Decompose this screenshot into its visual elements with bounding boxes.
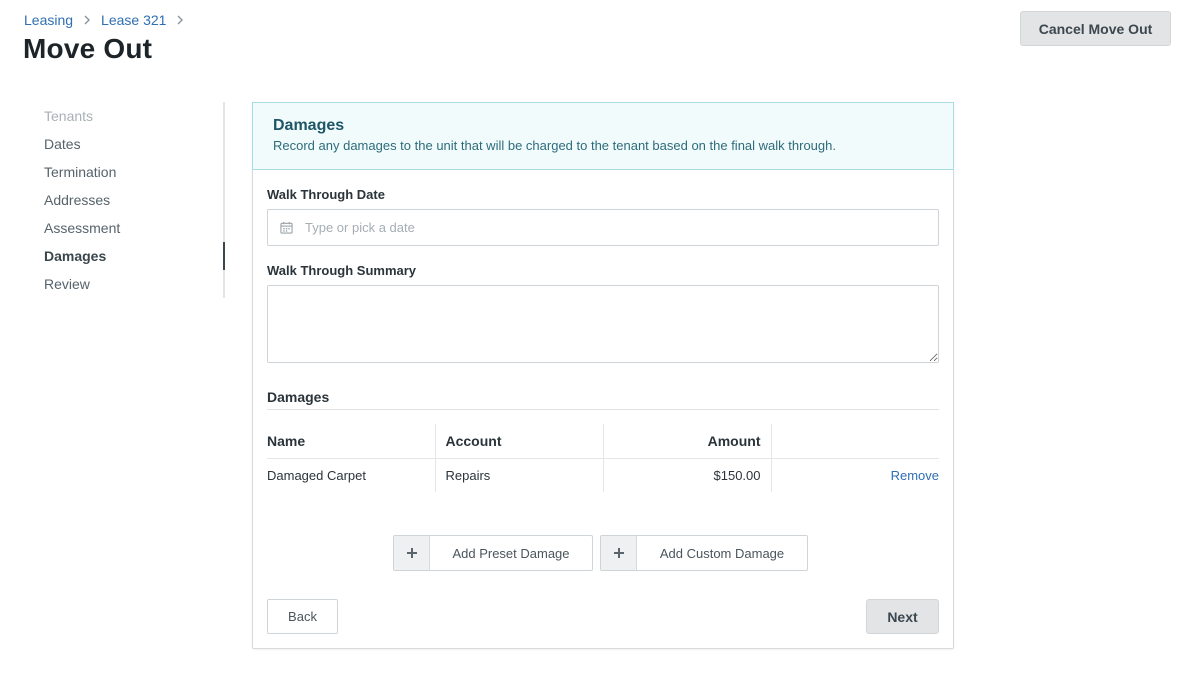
column-header-account: Account: [435, 424, 604, 459]
next-button[interactable]: Next: [866, 599, 939, 634]
add-custom-damage-label: Add Custom Damage: [659, 545, 785, 561]
add-custom-damage-button[interactable]: Add Custom Damage: [600, 535, 808, 571]
table-header-row: Name Account Amount: [267, 424, 939, 459]
panel-header: Damages Record any damages to the unit t…: [252, 102, 954, 170]
breadcrumb-link-leasing[interactable]: Leasing: [24, 12, 73, 28]
damage-name-cell: Damaged Carpet: [267, 458, 436, 492]
chevron-right-icon: [176, 15, 184, 25]
walk-through-summary-textarea[interactable]: [267, 285, 939, 363]
breadcrumb: Leasing Lease 321: [24, 12, 194, 28]
plus-icon: [601, 536, 637, 570]
damages-panel: Damages Record any damages to the unit t…: [252, 102, 954, 649]
damages-table: Name Account Amount Damaged Carpet Repai…: [267, 424, 939, 492]
walk-through-date-field[interactable]: [267, 209, 939, 246]
step-nav-item-dates[interactable]: Dates: [44, 130, 223, 158]
step-nav-item-tenants: Tenants: [44, 108, 94, 124]
damage-account-cell: Repairs: [435, 458, 604, 492]
damage-action-cell: Remove: [771, 458, 939, 492]
remove-damage-link[interactable]: Remove: [891, 468, 939, 483]
table-row: Damaged Carpet Repairs $150.00 Remove: [267, 458, 939, 492]
add-preset-damage-button[interactable]: Add Preset Damage: [393, 535, 593, 571]
chevron-right-icon: [83, 15, 91, 25]
walk-through-date-label: Walk Through Date: [267, 187, 385, 202]
step-nav-item-addresses[interactable]: Addresses: [44, 186, 223, 214]
plus-icon: [394, 536, 430, 570]
column-header-name: Name: [267, 424, 436, 459]
step-nav-item-termination[interactable]: Termination: [44, 158, 223, 186]
panel-title: Damages: [273, 117, 345, 134]
panel-description: Record any damages to the unit that will…: [273, 138, 836, 153]
cancel-move-out-button[interactable]: Cancel Move Out: [1020, 11, 1171, 46]
calendar-icon: [280, 221, 293, 234]
damage-amount-cell: $150.00: [603, 458, 772, 492]
walk-through-summary-label: Walk Through Summary: [267, 263, 417, 278]
step-nav-item-assessment[interactable]: Assessment: [44, 214, 223, 242]
back-button[interactable]: Back: [267, 599, 338, 634]
add-preset-damage-label: Add Preset Damage: [452, 545, 570, 561]
damages-section-title: Damages: [267, 389, 939, 410]
page-title: Move Out: [23, 33, 153, 64]
column-header-actions: [771, 424, 939, 459]
step-nav-item-review[interactable]: Review: [44, 270, 223, 298]
column-header-amount: Amount: [603, 424, 772, 459]
step-nav-item-damages[interactable]: Damages: [44, 242, 225, 270]
step-nav: Tenants Dates Termination Addresses Asse…: [44, 102, 225, 298]
breadcrumb-link-lease[interactable]: Lease 321: [101, 12, 166, 28]
walk-through-date-input[interactable]: [305, 220, 905, 235]
